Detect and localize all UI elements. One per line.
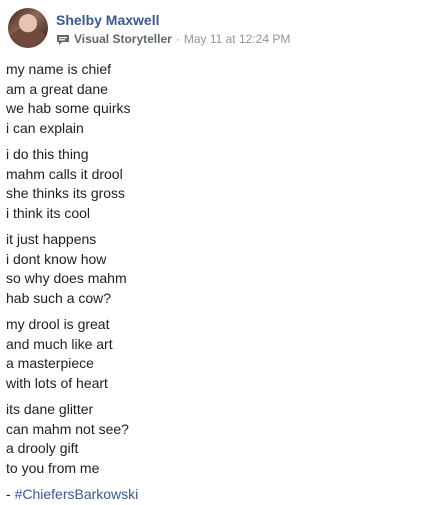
poem-line: its dane glitter	[6, 401, 94, 417]
poem-line: mahm calls it drool	[6, 165, 123, 182]
stanza-5: its dane glitter can mahm not see? a dro…	[6, 400, 406, 478]
poem-line: with lots of heart	[6, 374, 108, 391]
poem-line: it just happens	[6, 231, 97, 247]
poem-line: i do this thing	[6, 146, 89, 162]
poem-line: and much like art	[6, 335, 113, 352]
avatar[interactable]	[8, 8, 48, 48]
stanza-2: i do this thing mahm calls it drool she …	[6, 145, 406, 223]
poem-line: so why does mahm	[6, 270, 127, 286]
poem-line: my name is chief	[6, 61, 112, 77]
meta-separator: ·	[175, 32, 180, 46]
post-subline: Visual Storyteller · May 11 at 12:24 PM	[56, 32, 290, 47]
post-timestamp[interactable]: May 11 at 12:24 PM	[184, 32, 291, 47]
poem-line: i can explain	[6, 119, 84, 136]
speech-bubble-icon	[56, 34, 70, 46]
stanza-1: my name is chief am a great dane we hab …	[6, 60, 406, 138]
post-meta: Shelby Maxwell Visual Storyteller · May …	[56, 8, 290, 47]
poem-line: i dont know how	[6, 250, 107, 267]
poem-line: am a great dane	[6, 80, 108, 97]
role-label[interactable]: Visual Storyteller	[74, 32, 172, 47]
poem-line: my drool is great	[6, 316, 110, 332]
poem-line: a drooly gift	[6, 440, 79, 456]
post-content: my name is chief am a great dane we hab …	[6, 60, 406, 505]
poem-line: a masterpiece	[6, 355, 94, 371]
poem-line: to you from me	[6, 459, 100, 476]
poem-line: she thinks its gross	[6, 185, 126, 201]
poem-line: i think its cool	[6, 204, 91, 221]
poem-line: can mahm not see?	[6, 420, 129, 437]
hashtag-prefix: -	[6, 486, 15, 502]
post-card: Shelby Maxwell Visual Storyteller · May …	[0, 0, 421, 502]
author-name[interactable]: Shelby Maxwell	[56, 12, 290, 29]
hashtag-line: - #ChiefersBarkowski	[6, 485, 406, 505]
hashtag-link[interactable]: #ChiefersBarkowski	[15, 486, 139, 502]
stanza-4: my drool is great and much like art a ma…	[6, 315, 406, 393]
poem-line: hab such a cow?	[6, 289, 112, 306]
stanza-3: it just happens i dont know how so why d…	[6, 230, 406, 308]
post-header: Shelby Maxwell Visual Storyteller · May …	[8, 8, 290, 52]
poem-line: we hab some quirks	[6, 100, 131, 116]
